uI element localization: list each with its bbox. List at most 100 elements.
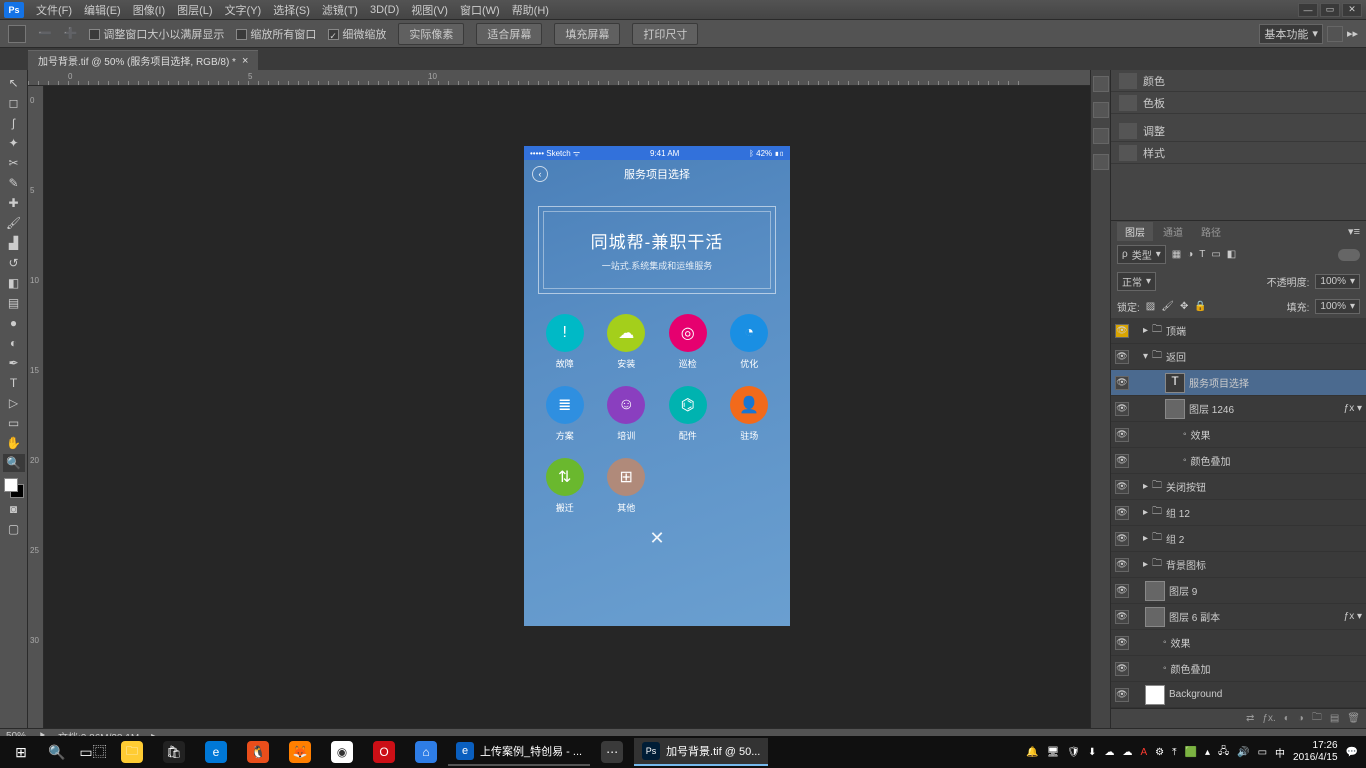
taskbar-unknown-icon[interactable]: ⋯ [592, 738, 632, 766]
layer-row[interactable]: 👁▸ 🗀 顶端 [1111, 318, 1366, 344]
dock-character-icon[interactable] [1093, 128, 1109, 144]
layer-row[interactable]: 👁◦ 效果 [1111, 630, 1366, 656]
new-group-icon[interactable]: 🗀 [1312, 710, 1322, 727]
task-view-icon[interactable]: ▭⿴ [76, 738, 110, 766]
layer-row[interactable]: 👁▾ 🗀 返回 [1111, 344, 1366, 370]
pen-tool-icon[interactable]: ✒ [3, 354, 25, 372]
eraser-tool-icon[interactable]: ◧ [3, 274, 25, 292]
canvas[interactable]: ••••• Sketch ᯤ 9:41 AM ᛒ 42% ▮▯ ‹ 服务项目选择… [44, 86, 1090, 728]
layer-row[interactable]: 👁◦ 颜色叠加 [1111, 448, 1366, 474]
panel-styles[interactable]: 样式 [1111, 142, 1366, 164]
cloud-icon[interactable] [1327, 26, 1343, 42]
disclosure-icon[interactable]: ▸ [1143, 533, 1148, 544]
lock-all-icon[interactable]: 🔒 [1194, 301, 1206, 312]
delete-layer-icon[interactable]: 🗑 [1347, 713, 1360, 724]
layer-list[interactable]: 👁▸ 🗀 顶端👁▾ 🗀 返回👁T 服务项目选择👁 图层 1246ƒx ▾👁◦ 效… [1111, 318, 1366, 708]
visibility-toggle-icon[interactable]: 👁 [1115, 584, 1129, 598]
disclosure-icon[interactable]: ▸ [1143, 507, 1148, 518]
zoom-tool-icon[interactable]: 🔍 [3, 454, 25, 472]
crop-tool-icon[interactable]: ✂ [3, 154, 25, 172]
visibility-toggle-icon[interactable]: 👁 [1115, 402, 1129, 416]
menu-filter[interactable]: 滤镜(T) [316, 2, 364, 18]
dock-paragraph-icon[interactable] [1093, 154, 1109, 170]
layer-row[interactable]: 👁 图层 6 副本ƒx ▾ [1111, 604, 1366, 630]
taskbar-360-icon[interactable]: ⌂ [406, 738, 446, 766]
taskbar-firefox-icon[interactable]: 🦊 [280, 738, 320, 766]
menu-window[interactable]: 窗口(W) [454, 2, 506, 18]
disclosure-icon[interactable]: ▸ [1143, 481, 1148, 492]
new-layer-icon[interactable]: ▤ [1330, 713, 1339, 724]
taskbar-opera-icon[interactable]: O [364, 738, 404, 766]
lock-trans-icon[interactable]: ▨ [1146, 301, 1155, 312]
layer-mask-icon[interactable]: ◐ [1284, 713, 1290, 724]
layer-filter-kind[interactable]: ρ 类型 ▾ [1117, 245, 1166, 264]
visibility-toggle-icon[interactable]: 👁 [1115, 688, 1129, 702]
lock-pos-icon[interactable]: ✥ [1180, 301, 1188, 312]
tab-channels[interactable]: 通道 [1155, 222, 1191, 241]
visibility-toggle-icon[interactable]: 👁 [1115, 428, 1129, 442]
opt-resize-checkbox[interactable]: 调整窗口大小以满屏显示 [89, 26, 224, 42]
tray-ime-icon[interactable]: ▭ [1258, 747, 1267, 758]
eyedropper-tool-icon[interactable]: ✎ [3, 174, 25, 192]
visibility-toggle-icon[interactable]: 👁 [1115, 636, 1129, 650]
tray-network-icon[interactable]: 🖧 [1218, 744, 1229, 761]
blur-tool-icon[interactable]: ● [3, 314, 25, 332]
gradient-tool-icon[interactable]: ▤ [3, 294, 25, 312]
type-tool-icon[interactable]: T [3, 374, 25, 392]
tray-up-icon[interactable]: ▴ [1205, 747, 1210, 758]
filter-toggle[interactable] [1338, 249, 1360, 261]
layer-row[interactable]: 👁 图层 1246ƒx ▾ [1111, 396, 1366, 422]
taskbar-ie-task[interactable]: e 上传案例_特创易 - ... [448, 738, 590, 766]
layer-row[interactable]: 👁 Background [1111, 682, 1366, 708]
start-button[interactable]: ⊞ [4, 738, 38, 766]
shape-tool-icon[interactable]: ▭ [3, 414, 25, 432]
search-icon[interactable]: 🔍 [40, 738, 74, 766]
layer-row[interactable]: 👁◦ 效果 [1111, 422, 1366, 448]
tray-icon[interactable]: ☁ [1104, 747, 1114, 758]
visibility-toggle-icon[interactable]: 👁 [1115, 662, 1129, 676]
menu-file[interactable]: 文件(F) [30, 2, 78, 18]
close-tab-icon[interactable]: × [242, 55, 248, 67]
visibility-toggle-icon[interactable]: 👁 [1115, 558, 1129, 572]
move-tool-icon[interactable]: ↖ [3, 74, 25, 92]
visibility-toggle-icon[interactable]: 👁 [1115, 610, 1129, 624]
disclosure-icon[interactable]: ▸ [1143, 325, 1148, 336]
dock-history-icon[interactable] [1093, 76, 1109, 92]
tray-notifications-icon[interactable]: 💬 [1346, 747, 1358, 758]
hand-tool-icon[interactable]: ✋ [3, 434, 25, 452]
layer-row[interactable]: 👁 图层 9 [1111, 578, 1366, 604]
tray-icon[interactable]: ⚙ [1155, 747, 1164, 758]
win-maximize-icon[interactable]: ▭ [1320, 3, 1340, 17]
visibility-toggle-icon[interactable]: 👁 [1115, 454, 1129, 468]
document-tab[interactable]: 加号背景.tif @ 50% (服务项目选择, RGB/8) * × [28, 50, 258, 70]
tray-volume-icon[interactable]: 🔊 [1237, 747, 1249, 758]
brush-tool-icon[interactable]: 🖌 [3, 214, 25, 232]
tab-paths[interactable]: 路径 [1193, 222, 1229, 241]
visibility-toggle-icon[interactable]: 👁 [1115, 350, 1129, 364]
opt-scrubby-checkbox[interactable]: 细微缩放 [328, 26, 386, 42]
layer-fx-icon[interactable]: ƒx. [1262, 713, 1275, 724]
tray-icon[interactable]: ⬇ [1088, 747, 1096, 758]
visibility-toggle-icon[interactable]: 👁 [1115, 506, 1129, 520]
layer-row[interactable]: 👁▸ 🗀 关闭按钮 [1111, 474, 1366, 500]
taskbar-explorer-icon[interactable]: 🗀 [112, 738, 152, 766]
win-close-icon[interactable]: ✕ [1342, 3, 1362, 17]
marquee-tool-icon[interactable]: ◻ [3, 94, 25, 112]
layer-row[interactable]: 👁◦ 颜色叠加 [1111, 656, 1366, 682]
panel-menu-icon[interactable]: ▾≡ [1348, 225, 1360, 238]
visibility-toggle-icon[interactable]: 👁 [1115, 324, 1129, 338]
history-brush-tool-icon[interactable]: ↺ [3, 254, 25, 272]
visibility-toggle-icon[interactable]: 👁 [1115, 480, 1129, 494]
tray-icon[interactable]: 🛡 [1067, 747, 1080, 758]
wand-tool-icon[interactable]: ✦ [3, 134, 25, 152]
layer-row[interactable]: 👁T 服务项目选择 [1111, 370, 1366, 396]
filter-smart-icon[interactable]: ◧ [1227, 249, 1236, 260]
tray-icon[interactable]: 🖥 [1047, 747, 1060, 758]
panel-color[interactable]: 颜色 [1111, 70, 1366, 92]
filter-shape-icon[interactable]: ▭ [1211, 249, 1220, 260]
layer-fx-badge[interactable]: ƒx ▾ [1344, 403, 1362, 414]
disclosure-icon[interactable]: ▸ [1143, 559, 1148, 570]
workspace-switcher[interactable]: 基本功能▾ [1259, 24, 1323, 44]
tab-layers[interactable]: 图层 [1117, 222, 1153, 241]
menu-3d[interactable]: 3D(D) [364, 4, 405, 16]
